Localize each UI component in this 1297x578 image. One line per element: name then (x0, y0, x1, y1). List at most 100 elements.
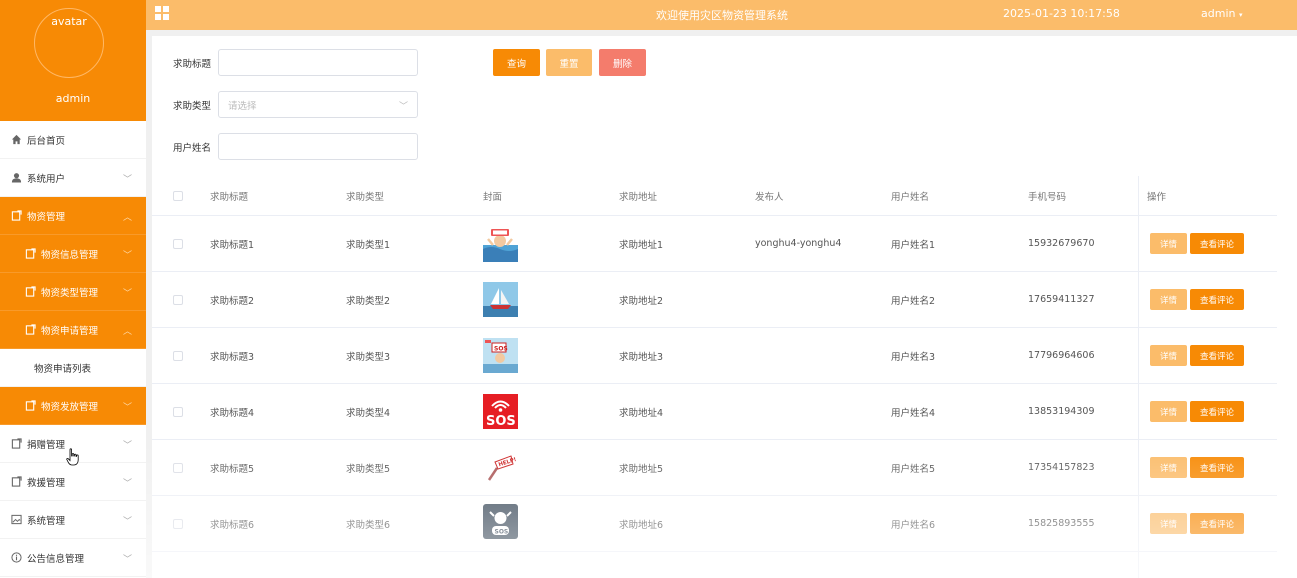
hand-cursor-icon (66, 448, 80, 466)
username-input[interactable] (218, 133, 418, 160)
search-button[interactable]: 查询 (493, 49, 540, 76)
doc-icon (24, 248, 36, 260)
sidebar-item-home[interactable]: 后台首页 (0, 121, 146, 159)
view-comments-button[interactable]: 查看评论 (1190, 401, 1244, 422)
cover-image: HELP! (483, 450, 518, 485)
cell-title: 求助标题5 (210, 463, 255, 475)
delete-button[interactable]: 删除 (599, 49, 646, 76)
table-row: 求助标题5 求助类型5 HELP! 求助地址5 用户姓名5 1735415782… (152, 440, 1277, 496)
table-row: 求助标题3 求助类型3 SOS 求助地址3 用户姓名3 17796964606 … (152, 328, 1277, 384)
cell-address: 求助地址1 (619, 239, 664, 251)
row-checkbox[interactable] (173, 294, 183, 305)
caret-down-icon: ▾ (1238, 11, 1243, 19)
cell-address: 求助地址5 (619, 463, 664, 475)
detail-button[interactable]: 详情 (1150, 457, 1187, 478)
sidebar-item-rescue[interactable]: 救援管理 ﹀ (0, 463, 146, 501)
sidebar-item-material-apply[interactable]: 物资申请管理 ︿ (0, 311, 146, 349)
chevron-down-icon: ﹀ (122, 289, 132, 299)
header-phone: 手机号码 (1028, 191, 1067, 203)
view-comments-button[interactable]: 查看评论 (1190, 233, 1244, 254)
doc-icon (10, 476, 22, 488)
admin-dropdown[interactable]: admin ▾ (1201, 7, 1242, 20)
cell-address: 求助地址3 (619, 351, 664, 363)
row-checkbox[interactable] (173, 462, 183, 473)
filter-title-row: 求助标题 (152, 49, 418, 76)
sidebar-item-label: 救援管理 (27, 477, 66, 489)
sidebar-item-system-users[interactable]: 系统用户 ﹀ (0, 159, 146, 197)
cell-name: 用户姓名2 (891, 295, 936, 307)
cell-title: 求助标题6 (210, 519, 255, 531)
row-checkbox[interactable] (173, 238, 183, 249)
sidebar-item-label: 捐赠管理 (27, 439, 66, 451)
row-checkbox[interactable] (173, 350, 183, 361)
chevron-down-icon: ﹀ (122, 441, 132, 451)
filter-type-row: 求助类型 请选择 ﹀ (152, 91, 418, 118)
detail-button[interactable]: 详情 (1150, 345, 1187, 366)
row-checkbox[interactable] (173, 406, 183, 417)
chevron-down-icon: ﹀ (122, 175, 132, 185)
sidebar-item-label: 物资管理 (27, 211, 66, 223)
chevron-down-icon: ﹀ (122, 479, 132, 489)
cell-type: 求助类型2 (346, 295, 391, 307)
chevron-up-icon: ︿ (122, 327, 132, 337)
header-name: 用户姓名 (891, 191, 930, 203)
doc-icon (24, 324, 36, 336)
cell-name: 用户姓名5 (891, 463, 936, 475)
view-comments-button[interactable]: 查看评论 (1190, 513, 1244, 534)
chevron-up-icon: ︿ (122, 213, 132, 223)
cell-phone: 15932679670 (1028, 238, 1095, 249)
reset-button[interactable]: 重置 (546, 49, 592, 76)
title-input[interactable] (218, 49, 418, 76)
detail-button[interactable]: 详情 (1150, 513, 1187, 534)
grid-menu-icon[interactable] (154, 5, 170, 21)
sidebar-item-label: 物资申请列表 (34, 363, 92, 375)
sidebar-item-label: 公告信息管理 (27, 553, 85, 565)
admin-label: admin (1201, 7, 1236, 20)
detail-button[interactable]: 详情 (1150, 233, 1187, 254)
detail-button[interactable]: 详情 (1150, 289, 1187, 310)
sidebar-item-notice[interactable]: 公告信息管理 ﹀ (0, 539, 146, 577)
cell-type: 求助类型3 (346, 351, 391, 363)
sidebar-item-material-distribute[interactable]: 物资发放管理 ﹀ (0, 387, 146, 425)
cell-name: 用户姓名3 (891, 351, 936, 363)
sidebar-item-system[interactable]: 系统管理 ﹀ (0, 501, 146, 539)
svg-text:SOS: SOS (486, 414, 516, 429)
sidebar-item-materials[interactable]: 物资管理 ︿ (0, 197, 146, 235)
sidebar-item-apply-list[interactable]: 物资申请列表 (0, 349, 146, 387)
view-comments-button[interactable]: 查看评论 (1190, 289, 1244, 310)
cell-name: 用户姓名4 (891, 407, 936, 419)
table-row: 求助标题1 求助类型1 求助地址1 yonghu4-yonghu4 用户姓名1 … (152, 216, 1277, 272)
avatar[interactable]: avatar (34, 8, 104, 78)
view-comments-button[interactable]: 查看评论 (1190, 345, 1244, 366)
detail-button[interactable]: 详情 (1150, 401, 1187, 422)
home-icon (10, 134, 22, 146)
cell-type: 求助类型6 (346, 519, 391, 531)
type-select[interactable]: 请选择 ﹀ (218, 91, 418, 118)
cell-phone: 13853194309 (1028, 406, 1095, 417)
cell-address: 求助地址4 (619, 407, 664, 419)
doc-icon (24, 286, 36, 298)
chevron-down-icon: ﹀ (122, 403, 132, 413)
cell-address: 求助地址2 (619, 295, 664, 307)
cell-name: 用户姓名1 (891, 239, 936, 251)
cell-phone: 17796964606 (1028, 350, 1095, 361)
header-actions: 操作 (1147, 191, 1167, 203)
table-row: 求助标题4 求助类型4 SOS 求助地址4 用户姓名4 13853194309 … (152, 384, 1277, 440)
view-comments-button[interactable]: 查看评论 (1190, 457, 1244, 478)
header-title: 求助标题 (210, 191, 249, 203)
sidebar-item-material-type[interactable]: 物资类型管理 ﹀ (0, 273, 146, 311)
select-all-checkbox[interactable] (173, 190, 183, 201)
sidebar-item-label: 系统用户 (27, 173, 66, 185)
chevron-down-icon: ﹀ (398, 102, 408, 112)
row-checkbox[interactable] (173, 518, 183, 529)
cell-type: 求助类型5 (346, 463, 391, 475)
main-content: 求助标题 求助类型 请选择 ﹀ 用户姓名 查询 重置 删除 求助标题 求助类型 … (152, 36, 1297, 578)
sidebar-item-label: 物资发放管理 (41, 401, 99, 413)
filter-type-label: 求助类型 (172, 100, 211, 112)
image-icon (10, 514, 22, 526)
filter-title-label: 求助标题 (172, 58, 211, 70)
sidebar-item-material-info[interactable]: 物资信息管理 ﹀ (0, 235, 146, 273)
sidebar-item-label: 后台首页 (27, 135, 66, 147)
cover-image (483, 282, 518, 317)
cover-image (483, 227, 518, 262)
